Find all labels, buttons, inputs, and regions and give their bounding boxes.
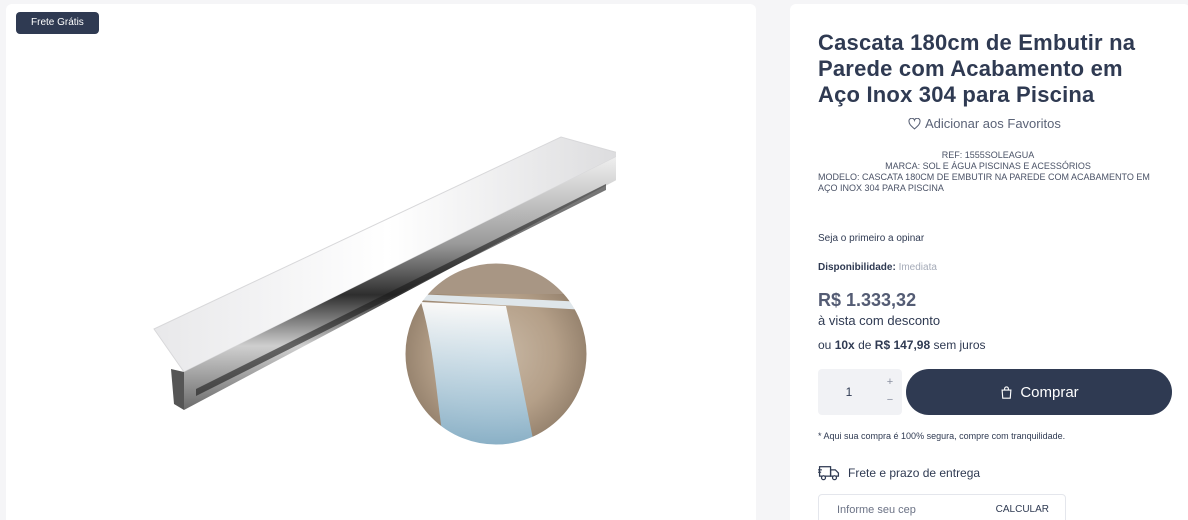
product-gallery: Frete Grátis xyxy=(6,4,756,520)
calculate-shipping-button[interactable]: CALCULAR xyxy=(996,504,1049,515)
delivery-truck-icon xyxy=(818,466,840,481)
quantity-increase-button[interactable]: + xyxy=(882,373,898,391)
installment-prefix: ou xyxy=(818,338,832,352)
shipping-heading: Frete e prazo de entrega xyxy=(818,464,980,482)
quantity-stepper: 1 + − xyxy=(818,369,902,415)
availability: Disponibilidade: Imediata xyxy=(818,262,937,273)
product-image[interactable] xyxy=(136,124,616,464)
installment-count: 10x xyxy=(834,338,855,352)
buy-button[interactable]: Comprar xyxy=(906,369,1172,415)
quantity-decrease-button[interactable]: − xyxy=(882,391,898,409)
secure-purchase-note: * Aqui sua compra é 100% segura, compre … xyxy=(818,431,1066,441)
review-link[interactable]: Seja o primeiro a opinar xyxy=(818,233,924,244)
product-price: R$ 1.333,32 xyxy=(818,290,917,310)
shopping-bag-icon xyxy=(1001,385,1012,399)
installment-mid: de xyxy=(858,338,872,352)
free-shipping-badge: Frete Grátis xyxy=(16,12,99,34)
availability-label: Disponibilidade: xyxy=(818,262,896,273)
product-model: MODELO: CASCATA 180CM DE EMBUTIR NA PARE… xyxy=(818,172,1150,193)
product-brand: MARCA: SOL E ÁGUA PISCINAS E ACESSÓRIOS xyxy=(885,161,1091,171)
cep-form: CALCULAR xyxy=(818,494,1066,520)
product-title: Cascata 180cm de Embutir na Parede com A… xyxy=(818,30,1136,107)
shipping-label: Frete e prazo de entrega xyxy=(848,466,981,480)
cep-input[interactable] xyxy=(819,495,979,520)
favorites-label: Adicionar aos Favoritos xyxy=(925,116,1061,131)
heart-icon xyxy=(908,117,921,130)
buy-label: Comprar xyxy=(1020,383,1079,401)
installment-suffix: sem juros xyxy=(933,338,986,352)
add-to-favorites-link[interactable]: Adicionar aos Favoritos xyxy=(908,116,1061,131)
product-ref: REF: 1555SOLEAGUA xyxy=(941,150,1035,160)
quantity-input[interactable]: 1 xyxy=(818,369,880,415)
installment-info: ou 10x de R$ 147,98 sem juros xyxy=(818,338,986,352)
installment-value: R$ 147,98 xyxy=(874,338,931,352)
cash-discount-note: à vista com desconto xyxy=(818,313,941,328)
product-meta: REF: 1555SOLEAGUA MARCA: SOL E ÁGUA PISC… xyxy=(818,150,1158,194)
product-info-panel: Cascata 180cm de Embutir na Parede com A… xyxy=(790,4,1188,520)
availability-value: Imediata xyxy=(898,262,937,273)
